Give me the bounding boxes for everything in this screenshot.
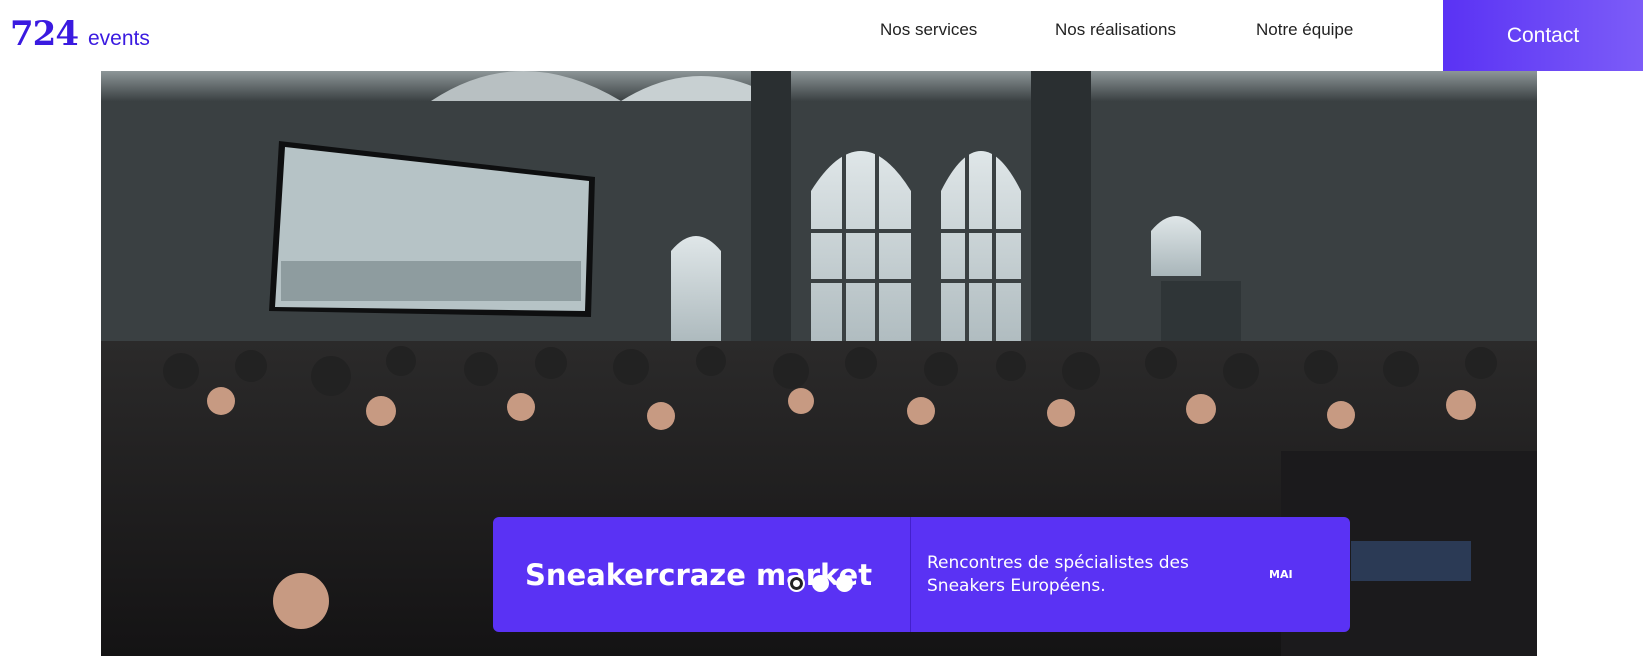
nav-link-services[interactable]: Nos services: [880, 20, 977, 40]
site-logo[interactable]: 724 events: [10, 14, 150, 54]
slide-description: Rencontres de spécialistes des Sneakers …: [927, 552, 1189, 596]
nav-link-realisations[interactable]: Nos réalisations: [1055, 20, 1176, 40]
site-header: 724 events Nos services Nos réalisations…: [0, 0, 1643, 71]
caption-info-block: Rencontres de spécialistes des Sneakers …: [911, 517, 1350, 632]
logo-number: 724: [10, 14, 79, 54]
contact-button[interactable]: Contact: [1443, 0, 1643, 71]
slider-dot-3[interactable]: [836, 575, 853, 592]
slider-dots: [788, 575, 853, 592]
hero-slider[interactable]: Sneakercraze market Rencontres de spécia…: [101, 71, 1537, 656]
slide-month: MAI: [1269, 568, 1293, 581]
slide-caption[interactable]: Sneakercraze market Rencontres de spécia…: [493, 517, 1350, 632]
nav-link-equipe[interactable]: Notre équipe: [1256, 20, 1353, 40]
logo-word: events: [87, 27, 150, 50]
slider-dot-1[interactable]: [788, 575, 805, 592]
slider-dot-2[interactable]: [812, 575, 829, 592]
